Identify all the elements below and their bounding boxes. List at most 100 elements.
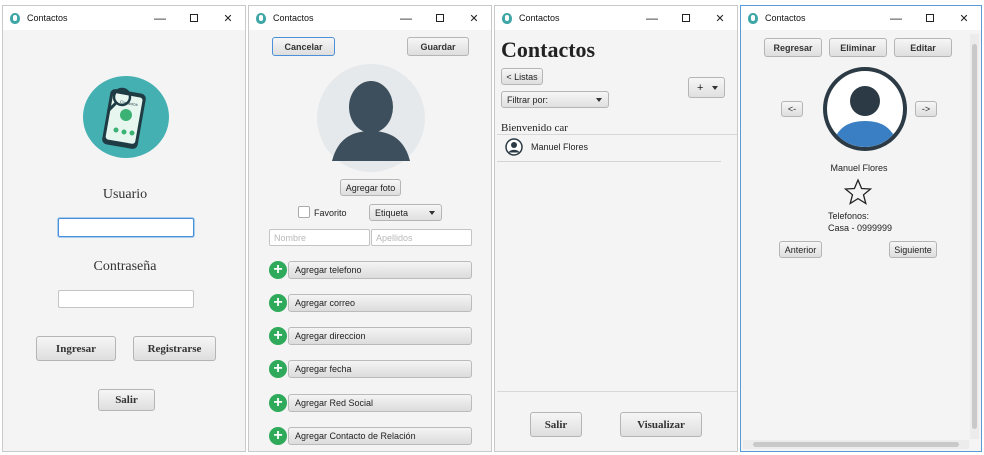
window-title: Contactos [27,13,68,23]
avatar-icon [505,138,523,156]
scroll-thumb[interactable] [972,44,977,429]
vertical-scrollbar[interactable] [970,34,979,439]
close-button[interactable]: ✕ [457,6,491,30]
filter-select-value: Filtrar por: [507,94,549,105]
username-label: Usuario [102,187,148,202]
add-circle-icon[interactable]: + [269,427,287,445]
previous-button[interactable]: Anterior [779,241,822,258]
minimize-button[interactable]: — [879,6,913,30]
edit-button[interactable]: Editar [894,38,952,57]
edit-contact-window: Contactos — ✕ Cancelar Guardar Agregar f… [248,5,492,452]
contact-list: Manuel Flores [497,134,737,392]
contact-avatar-icon [823,67,907,151]
favorite-checkbox[interactable] [298,206,310,218]
tag-select-value: Etiqueta [375,207,409,218]
add-email-row: + Agregar correo [269,294,472,312]
maximize-icon [190,14,198,22]
title-bar[interactable]: Contactos — ✕ [3,6,245,30]
maximize-icon [926,14,934,22]
app-icon [502,12,512,24]
password-label: Contraseña [93,259,157,274]
add-circle-icon[interactable]: + [269,360,287,378]
view-button[interactable]: Visualizar [620,412,702,437]
maximize-button[interactable] [913,6,947,30]
close-button[interactable]: ✕ [703,6,737,30]
app-icon [10,12,20,24]
add-phone-button[interactable]: Agregar telefono [288,261,472,279]
add-social-button[interactable]: Agregar Red Social [288,394,472,412]
filter-select[interactable]: Filtrar por: [501,91,609,108]
avatar-placeholder-icon [317,64,425,172]
add-date-row: + Agregar fecha [269,360,472,378]
last-name-input[interactable]: Apellidos [371,229,472,246]
contact-detail-window: Contactos — ✕ Regresar Eliminar Editar <… [740,5,982,452]
window-title: Contactos [519,13,560,23]
maximize-button[interactable] [423,6,457,30]
prev-photo-button[interactable]: <- [781,101,803,117]
next-button[interactable]: Siguiente [889,241,937,258]
close-button[interactable]: ✕ [211,6,245,30]
horizontal-scrollbar[interactable] [743,440,969,449]
contact-list-window: Contactos — ✕ Contactos < Listas + Filtr… [494,5,738,452]
favorite-star-icon[interactable] [843,178,873,206]
list-item[interactable]: Manuel Flores [497,135,721,162]
add-label: + [697,81,704,94]
page-heading: Contactos [501,37,596,62]
title-bar[interactable]: Contactos — ✕ [249,6,491,30]
add-circle-icon[interactable]: + [269,261,287,279]
phone-entry: Casa - 0999999 [828,223,893,233]
minimize-button[interactable]: — [143,6,177,30]
back-button[interactable]: Regresar [764,38,822,57]
favorite-label: Favorito [314,208,347,218]
add-circle-icon[interactable]: + [269,294,287,312]
password-input[interactable] [58,290,194,308]
title-bar[interactable]: Contactos — ✕ [741,6,981,30]
next-photo-button[interactable]: -> [915,101,937,117]
minimize-button[interactable]: — [635,6,669,30]
exit-button[interactable]: Salir [98,389,155,411]
chevron-down-icon [596,97,602,102]
save-button[interactable]: Guardar [407,37,469,56]
window-title: Contactos [765,13,806,23]
register-button[interactable]: Registrarse [133,336,216,361]
close-button[interactable]: ✕ [947,6,981,30]
app-icon [256,12,266,24]
first-name-input[interactable]: Nombre [269,229,370,246]
add-address-button[interactable]: Agregar direccion [288,327,472,345]
chevron-down-icon [429,210,435,215]
add-date-button[interactable]: Agregar fecha [288,360,472,378]
contact-name: Manuel Flores [531,142,589,152]
maximize-button[interactable] [177,6,211,30]
add-circle-icon[interactable]: + [269,394,287,412]
add-relation-button[interactable]: Agregar Contacto de Relación [288,427,472,445]
maximize-icon [682,14,690,22]
add-email-button[interactable]: Agregar correo [288,294,472,312]
add-photo-button[interactable]: Agregar foto [340,179,401,196]
add-address-row: + Agregar direccion [269,327,472,345]
maximize-button[interactable] [669,6,703,30]
contact-name: Manuel Flores [830,163,888,173]
lists-back-button[interactable]: < Listas [501,68,543,85]
welcome-text: Bienvenido car [501,122,568,134]
tag-select[interactable]: Etiqueta [369,204,442,221]
maximize-icon [436,14,444,22]
add-relation-row: + Agregar Contacto de Relación [269,427,472,445]
cancel-button[interactable]: Cancelar [272,37,335,56]
phones-label: Telefonos: [828,211,870,221]
scroll-thumb[interactable] [753,442,959,447]
login-button[interactable]: Ingresar [36,336,116,361]
add-circle-icon[interactable]: + [269,327,287,345]
delete-button[interactable]: Eliminar [829,38,887,57]
add-social-row: + Agregar Red Social [269,394,472,412]
exit-button[interactable]: Salir [530,412,582,437]
title-bar[interactable]: Contactos — ✕ [495,6,737,30]
window-title: Contactos [273,13,314,23]
chevron-down-icon [712,85,718,90]
minimize-button[interactable]: — [389,6,423,30]
add-menu-button[interactable]: + [688,77,725,98]
app-logo: Contactos [83,76,169,158]
app-icon [748,12,758,24]
add-phone-row: + Agregar telefono [269,261,472,279]
login-window: Contactos — ✕ Contactos Usuario Contrase… [2,5,246,452]
username-input[interactable] [58,218,194,237]
